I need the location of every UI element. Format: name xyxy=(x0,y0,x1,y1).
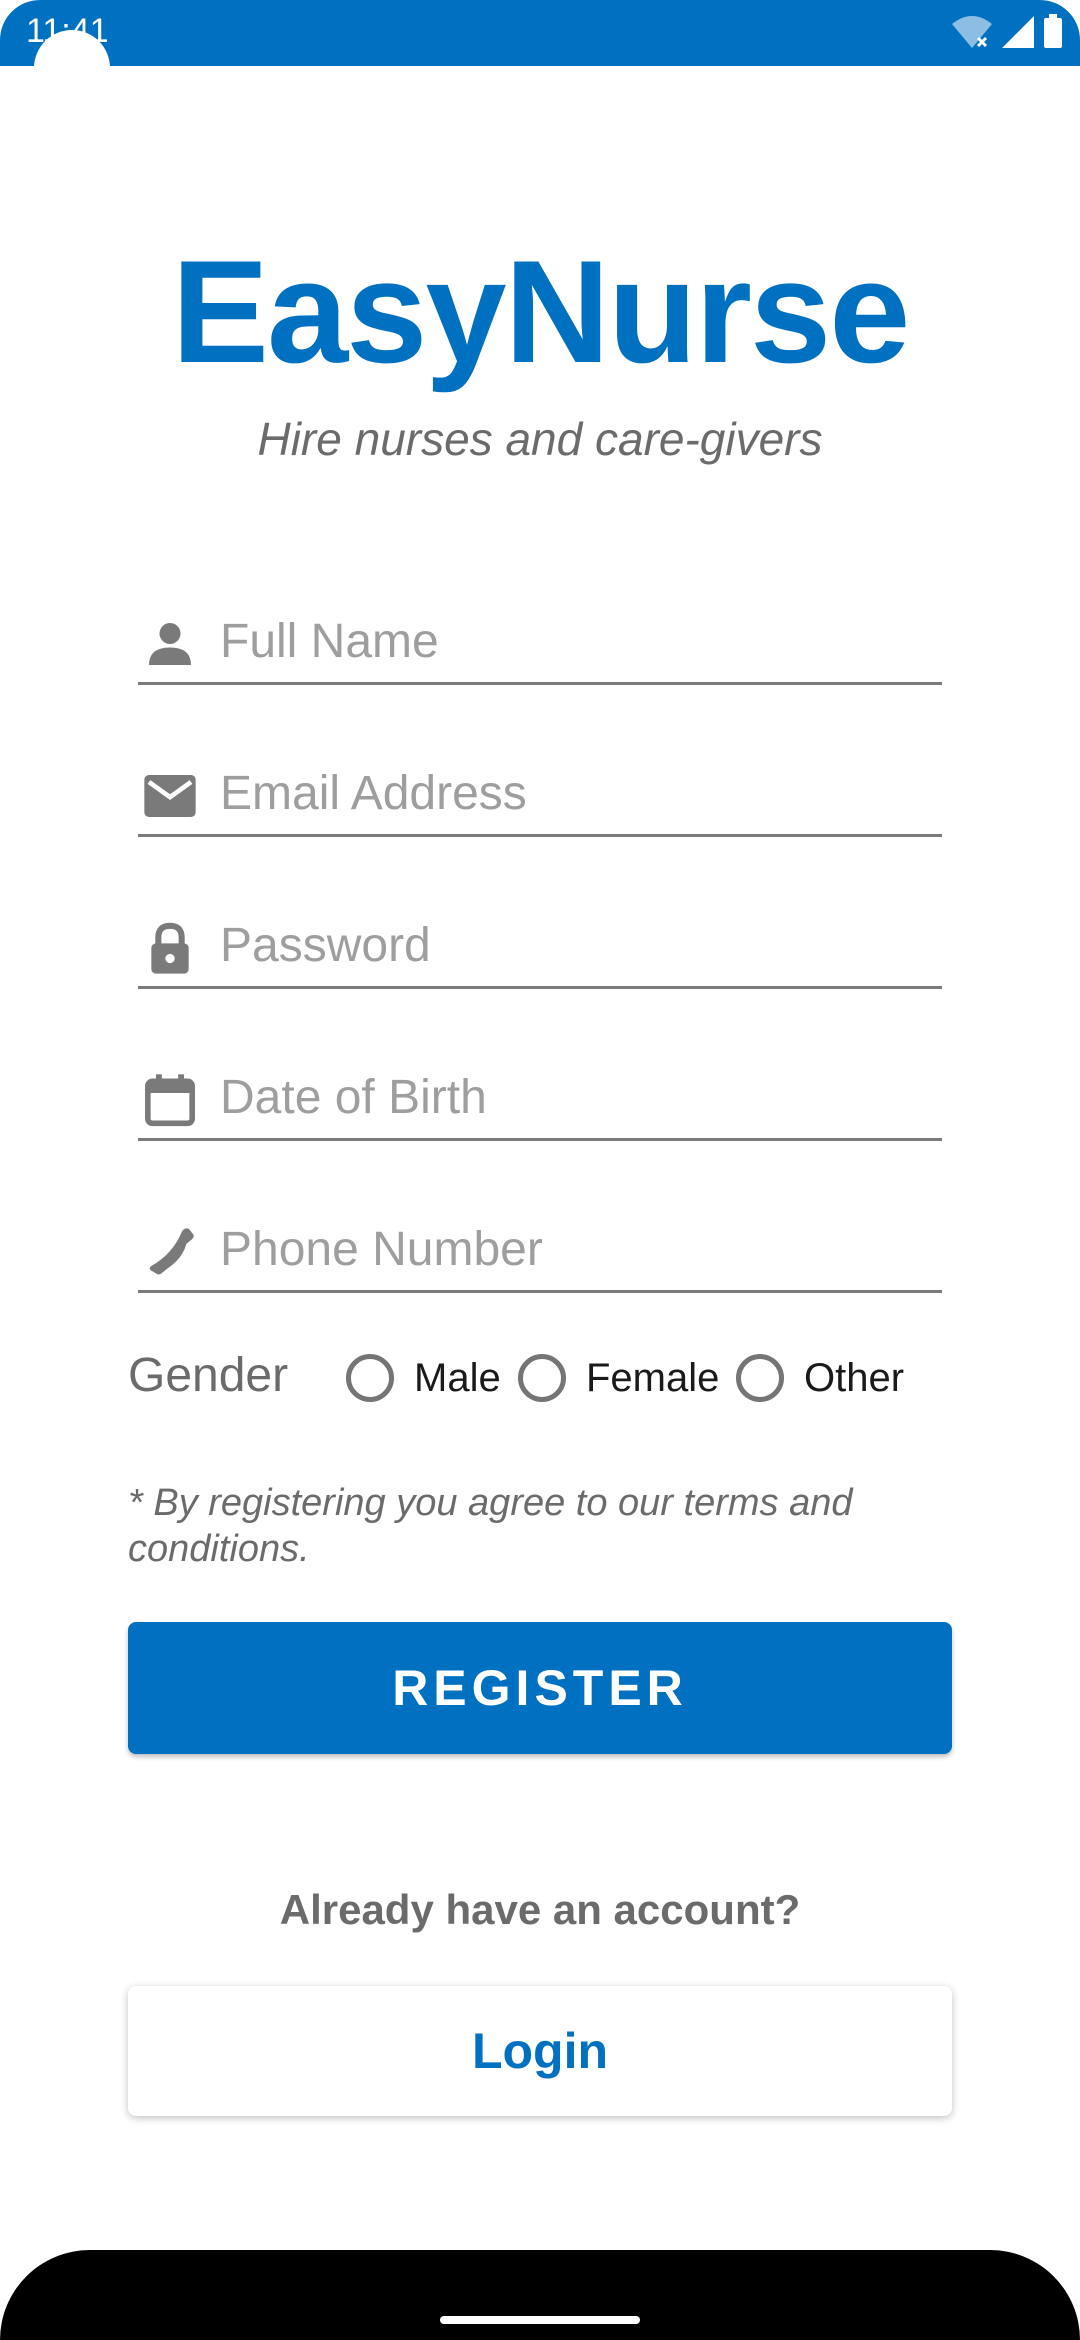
status-bar: 11:41 xyxy=(0,0,1080,66)
radio-label: Female xyxy=(586,1355,720,1400)
calendar-icon xyxy=(142,1072,198,1128)
home-indicator[interactable] xyxy=(440,2316,640,2324)
login-button[interactable]: Login xyxy=(128,1986,952,2116)
radio-label: Male xyxy=(414,1355,501,1400)
battery-icon xyxy=(1042,14,1064,50)
navigation-bar xyxy=(0,2250,1080,2340)
date-of-birth-field[interactable] xyxy=(138,1058,942,1141)
status-icons xyxy=(950,12,1064,52)
status-time: 11:41 xyxy=(26,12,109,50)
phone-icon xyxy=(142,1224,198,1280)
radio-circle[interactable] xyxy=(736,1354,784,1402)
password-field[interactable] xyxy=(138,906,942,989)
person-icon xyxy=(142,616,198,672)
email-icon xyxy=(142,768,198,824)
gender-radio-female[interactable]: Female xyxy=(518,1354,719,1402)
gender-radio-male[interactable]: Male xyxy=(346,1354,501,1402)
already-have-account-text: Already have an account? xyxy=(279,1886,801,1933)
app-title: EasyNurse xyxy=(171,230,911,393)
wifi-off-icon xyxy=(950,14,994,50)
gender-label: Gender xyxy=(128,1349,289,1402)
radio-circle[interactable] xyxy=(518,1354,566,1402)
full-name-input[interactable] xyxy=(220,610,920,672)
phone-field[interactable] xyxy=(138,1210,942,1293)
signal-icon xyxy=(1000,14,1036,50)
email-input[interactable] xyxy=(220,762,920,824)
date-of-birth-input[interactable] xyxy=(220,1066,920,1128)
phone-input[interactable] xyxy=(220,1218,920,1280)
email-field[interactable] xyxy=(138,754,942,837)
full-name-field[interactable] xyxy=(138,602,942,685)
terms-notice: * By registering you agree to our terms … xyxy=(128,1482,853,1570)
password-input[interactable] xyxy=(220,914,920,976)
radio-circle[interactable] xyxy=(346,1354,394,1402)
gender-radio-other[interactable]: Other xyxy=(736,1354,904,1402)
app-tagline: Hire nurses and care-givers xyxy=(257,413,823,465)
radio-label: Other xyxy=(804,1355,905,1400)
register-button[interactable]: REGISTER xyxy=(128,1622,952,1754)
lock-icon xyxy=(142,920,198,976)
